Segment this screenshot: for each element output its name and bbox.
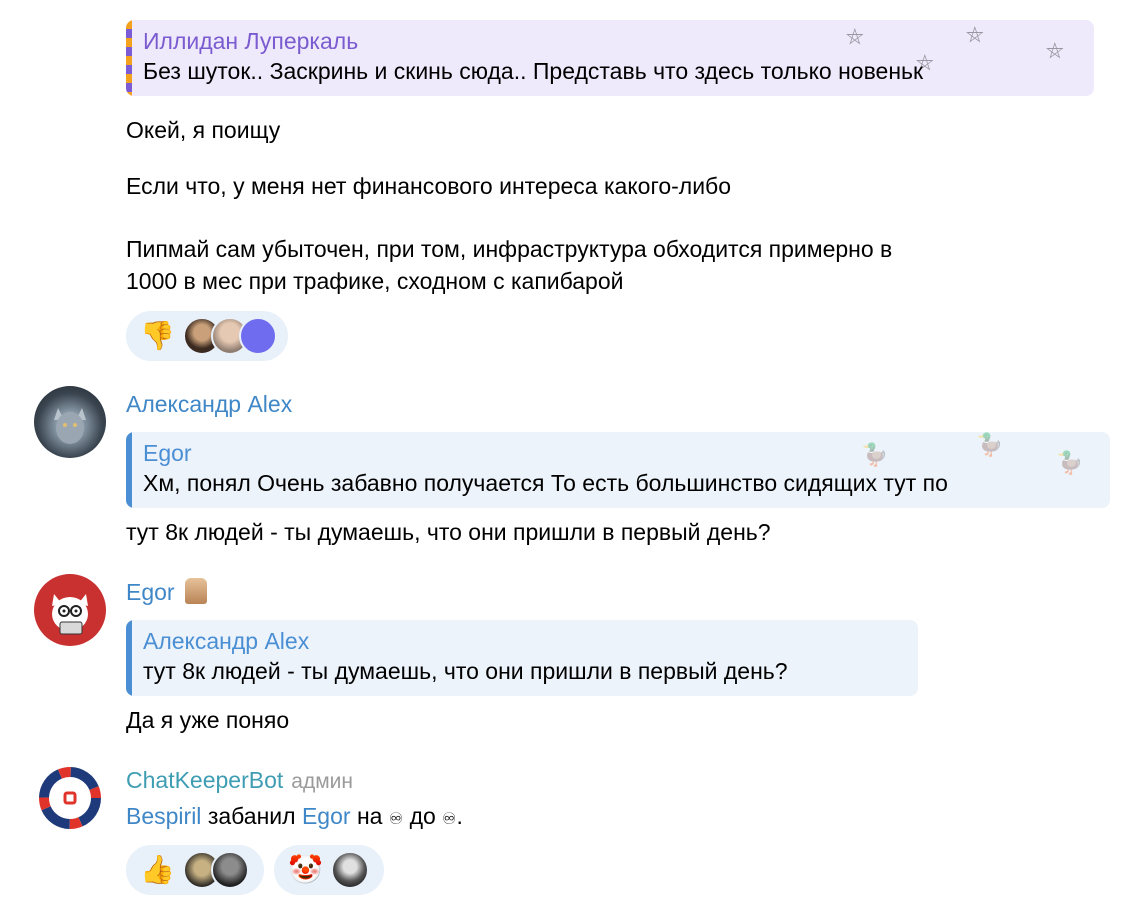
reply-quote[interactable]: Александр Alex тут 8к людей - ты думаешь…	[126, 620, 918, 696]
ban-end: .	[456, 803, 463, 829]
thumbs-down-icon: 👎	[140, 320, 175, 351]
reply-quote-bar	[126, 432, 132, 508]
reactor-avatar	[238, 317, 277, 355]
reply-text: Без шуток.. Заскринь и скинь сюда.. Пред…	[143, 58, 924, 84]
message-text: Если что, у меня нет финансового интерес…	[126, 173, 732, 199]
reply-text: тут 8к людей - ты думаешь, что они пришл…	[143, 658, 788, 684]
pattern-icon: ⛤	[916, 50, 934, 75]
message-text: тут 8к людей - ты думаешь, что они пришл…	[126, 519, 771, 545]
sender-name-text: Egor	[126, 579, 175, 605]
sender-name[interactable]: Александр Alex	[126, 389, 292, 419]
avatar[interactable]	[34, 762, 106, 834]
wolf-icon	[54, 408, 86, 444]
ban-verb: забанил	[207, 803, 296, 829]
message-text: Окей, я поищу	[126, 117, 281, 143]
pattern-icon: ⛤	[966, 22, 984, 47]
admin-badge: админ	[291, 770, 353, 793]
ban-message: Bespiril забанил Egor на ♾ до ♾.	[126, 800, 463, 836]
thumbs-up-icon: 👍	[140, 854, 175, 885]
target-link[interactable]: Egor	[302, 803, 351, 829]
duck-pattern-icon: 🦆	[861, 442, 889, 467]
reply-quote[interactable]: 🦆 🦆 🦆 Egor Хм, понял Очень забавно получ…	[126, 432, 1110, 508]
reply-quote-bar	[126, 20, 132, 96]
clown-icon: 🤡	[288, 854, 323, 885]
reply-quote[interactable]: ⛤ ⛤ ⛤ ⛤ Иллидан Луперкаль Без шуток.. За…	[126, 20, 1094, 96]
reply-author: Александр Alex	[143, 628, 310, 654]
reply-text: Хм, понял Очень забавно получается То ес…	[143, 470, 948, 496]
pattern-icon: ⛤	[1046, 38, 1064, 63]
cat-icon	[52, 594, 88, 635]
chatkeeper-logo-icon	[39, 767, 101, 829]
message-text: Пипмай сам убыточен, при том, инфраструк…	[126, 236, 893, 262]
message-text: Да я уже поняо	[126, 707, 290, 733]
reaction-clown[interactable]: 🤡	[274, 845, 384, 895]
reactor-avatar	[210, 851, 249, 889]
avatar[interactable]	[34, 386, 106, 458]
actor-link[interactable]: Bespiril	[126, 803, 201, 829]
sender-row: ChatKeeperBot админ	[126, 765, 353, 797]
sender-name[interactable]: ChatKeeperBot	[126, 767, 283, 793]
infinity-icon: ♾	[388, 811, 404, 828]
avatar[interactable]	[34, 574, 106, 646]
reply-author: Иллидан Луперкаль	[143, 28, 359, 54]
pattern-icon: ⛤	[846, 24, 864, 49]
reactor-avatar	[330, 851, 369, 889]
reaction-thumbs-up[interactable]: 👍	[126, 845, 264, 895]
reaction-thumbs-down[interactable]: 👎	[126, 311, 288, 361]
ban-from: на	[356, 803, 383, 829]
reply-author: Egor	[143, 440, 192, 466]
duck-pattern-icon: 🦆	[1056, 450, 1084, 475]
message-text: 1000 в мес при трафике, сходном с капиба…	[126, 268, 624, 294]
status-emoji-icon	[184, 578, 207, 604]
ban-to: до	[409, 803, 436, 829]
infinity-icon: ♾	[442, 811, 457, 828]
duck-pattern-icon: 🦆	[976, 432, 1004, 457]
sender-name[interactable]: Egor	[126, 577, 207, 607]
reply-quote-bar	[126, 620, 132, 696]
